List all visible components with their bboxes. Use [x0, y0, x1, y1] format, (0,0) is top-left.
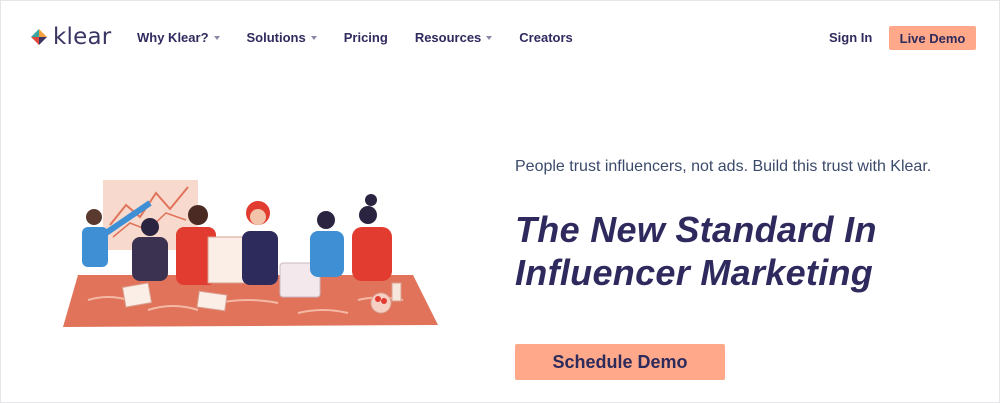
- brand-name: klear: [53, 24, 112, 50]
- hero-tagline: People trust influencers, not ads. Build…: [515, 158, 932, 175]
- nav-pricing[interactable]: Pricing: [344, 30, 388, 45]
- klear-logo[interactable]: klear: [30, 24, 112, 50]
- nav-item-label: Creators: [519, 30, 573, 45]
- main-menu: Why Klear? Solutions Pricing Resources C…: [137, 30, 573, 45]
- klear-logo-icon: [31, 29, 47, 45]
- nav-resources[interactable]: Resources: [414, 30, 493, 45]
- chevron-down-icon: [213, 36, 220, 40]
- top-nav: klear Why Klear? Solutions Pricing Resou…: [0, 0, 1000, 75]
- live-demo-button[interactable]: Live Demo: [889, 26, 976, 50]
- nav-item-label: Resources: [414, 30, 482, 45]
- nav-solutions[interactable]: Solutions: [247, 30, 317, 45]
- sign-in-link[interactable]: Sign In: [829, 30, 872, 45]
- headline-line-1: The New Standard In: [515, 209, 877, 250]
- hero-headline: The New Standard In Influencer Marketing: [515, 208, 975, 294]
- nav-creators[interactable]: Creators: [519, 30, 572, 45]
- nav-item-label: Solutions: [246, 30, 306, 45]
- nav-item-label: Pricing: [343, 30, 388, 45]
- nav-why-klear[interactable]: Why Klear?: [137, 30, 220, 45]
- chevron-down-icon: [310, 36, 317, 40]
- schedule-demo-button[interactable]: Schedule Demo: [515, 344, 725, 380]
- headline-line-2: Influencer Marketing: [515, 252, 874, 293]
- nav-item-label: Why Klear?: [137, 30, 209, 45]
- team-meeting-illustration: [63, 180, 438, 327]
- chevron-down-icon: [486, 36, 493, 40]
